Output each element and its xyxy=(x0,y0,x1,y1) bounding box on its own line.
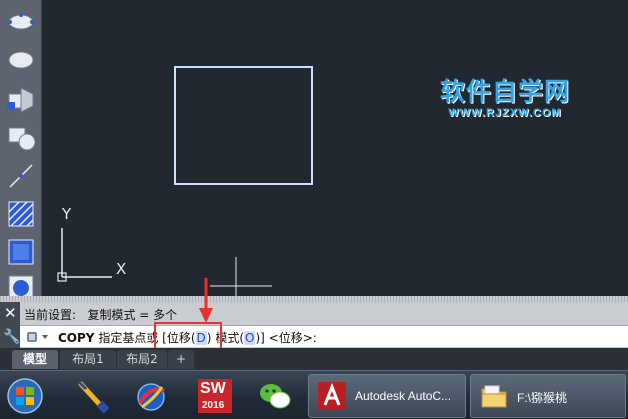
tab-layout2[interactable]: 布局2 xyxy=(117,350,167,369)
command-name: COPY xyxy=(58,331,95,345)
globe-app-icon xyxy=(137,383,165,411)
ucs-x-label: X xyxy=(116,260,127,278)
command-history: 当前设置: 复制模式 = 多个 xyxy=(24,308,178,322)
ucs-y-label: Y xyxy=(62,205,72,223)
tab-add-layout[interactable]: + xyxy=(168,350,194,369)
taskbar-pinned-wechat[interactable] xyxy=(256,377,294,415)
annotation-arrow xyxy=(199,278,213,323)
command-prompt-icon[interactable] xyxy=(26,330,54,344)
gradient-icon xyxy=(8,239,34,265)
watermark-title: 软件自学网 xyxy=(439,77,570,106)
wechat-icon xyxy=(260,384,291,409)
layout-tabs: 模型 布局1 布局2 + xyxy=(0,348,628,370)
point-icon xyxy=(9,164,33,188)
watermark: 软件自学网 WWW.RJZXW.COM xyxy=(430,72,580,119)
autocad-icon xyxy=(318,382,346,410)
crosshair-cursor xyxy=(210,257,272,296)
drawing-canvas[interactable]: Y X 软件自学网 WWW.RJZXW.COM xyxy=(42,0,628,296)
wrench-icon[interactable]: 🔧 xyxy=(3,328,20,344)
ucs-icon xyxy=(57,228,112,282)
taskbar-task-autocad-label: Autodesk AutoC... xyxy=(355,389,452,403)
point-tool[interactable] xyxy=(5,160,37,192)
taskbar-pinned-paint[interactable] xyxy=(74,377,112,415)
taskbar-pinned-globe[interactable] xyxy=(132,377,170,415)
paintbrush-app-icon xyxy=(77,380,110,414)
windows-taskbar: SW 2016 Autodesk AutoC... F:\猕猴桃 xyxy=(0,370,628,419)
insert-block-tool[interactable] xyxy=(5,84,37,116)
option-bracket-close: ] xyxy=(260,331,265,345)
make-block-tool[interactable] xyxy=(5,122,37,154)
command-window-sidebar: ✕ 🔧 xyxy=(0,302,20,348)
command-window: ✕ 🔧 当前设置: 复制模式 = 多个 COPY 指定基点或 [位移(D) 模式… xyxy=(0,296,628,348)
canvas-drawing xyxy=(57,66,313,296)
command-default: <位移>: xyxy=(268,331,317,345)
annotation-highlight-box xyxy=(154,322,222,350)
start-button[interactable] xyxy=(6,377,44,415)
make-block-icon xyxy=(8,127,36,151)
autocad-window: Y X 软件自学网 WWW.RJZXW.COM ✕ 🔧 当前设置: 复制模式 =… xyxy=(0,0,628,419)
option-mode[interactable]: 模式(O) xyxy=(215,331,260,345)
draw-toolbar xyxy=(0,0,42,301)
taskbar-task-folder-label: F:\猕猴桃 xyxy=(517,391,567,405)
ellipse-icon xyxy=(8,51,34,69)
command-prompt: 指定基点或 xyxy=(98,331,159,345)
folder-icon xyxy=(481,385,507,408)
close-icon[interactable]: ✕ xyxy=(4,305,17,321)
insert-block-icon xyxy=(7,87,34,113)
ellipse-tool[interactable] xyxy=(5,44,37,76)
gradient-tool[interactable] xyxy=(5,236,37,268)
taskbar-task-autocad[interactable]: Autodesk AutoC... xyxy=(308,374,466,418)
solidworks-badge: SW xyxy=(200,380,226,397)
taskbar-pinned-solidworks[interactable]: SW 2016 xyxy=(196,377,234,415)
command-input-line[interactable]: COPY 指定基点或 [位移(D) 模式(O)] <位移>: xyxy=(20,325,628,347)
taskbar-task-folder[interactable]: F:\猕猴桃 xyxy=(470,374,626,418)
tab-layout1[interactable]: 布局1 xyxy=(60,350,116,369)
windows-start-icon xyxy=(7,378,43,414)
solidworks-year: 2016 xyxy=(202,400,225,411)
hatch-tool[interactable] xyxy=(5,198,37,230)
ellipse-arc-tool[interactable] xyxy=(5,6,37,38)
tab-model[interactable]: 模型 xyxy=(12,350,58,369)
command-window-grip[interactable] xyxy=(0,296,628,302)
ellipse-arc-icon xyxy=(8,13,34,30)
rectangle-object[interactable] xyxy=(174,66,313,185)
hatch-icon xyxy=(8,201,34,227)
watermark-url: WWW.RJZXW.COM xyxy=(448,107,562,119)
option-mode-key: O xyxy=(244,331,256,345)
